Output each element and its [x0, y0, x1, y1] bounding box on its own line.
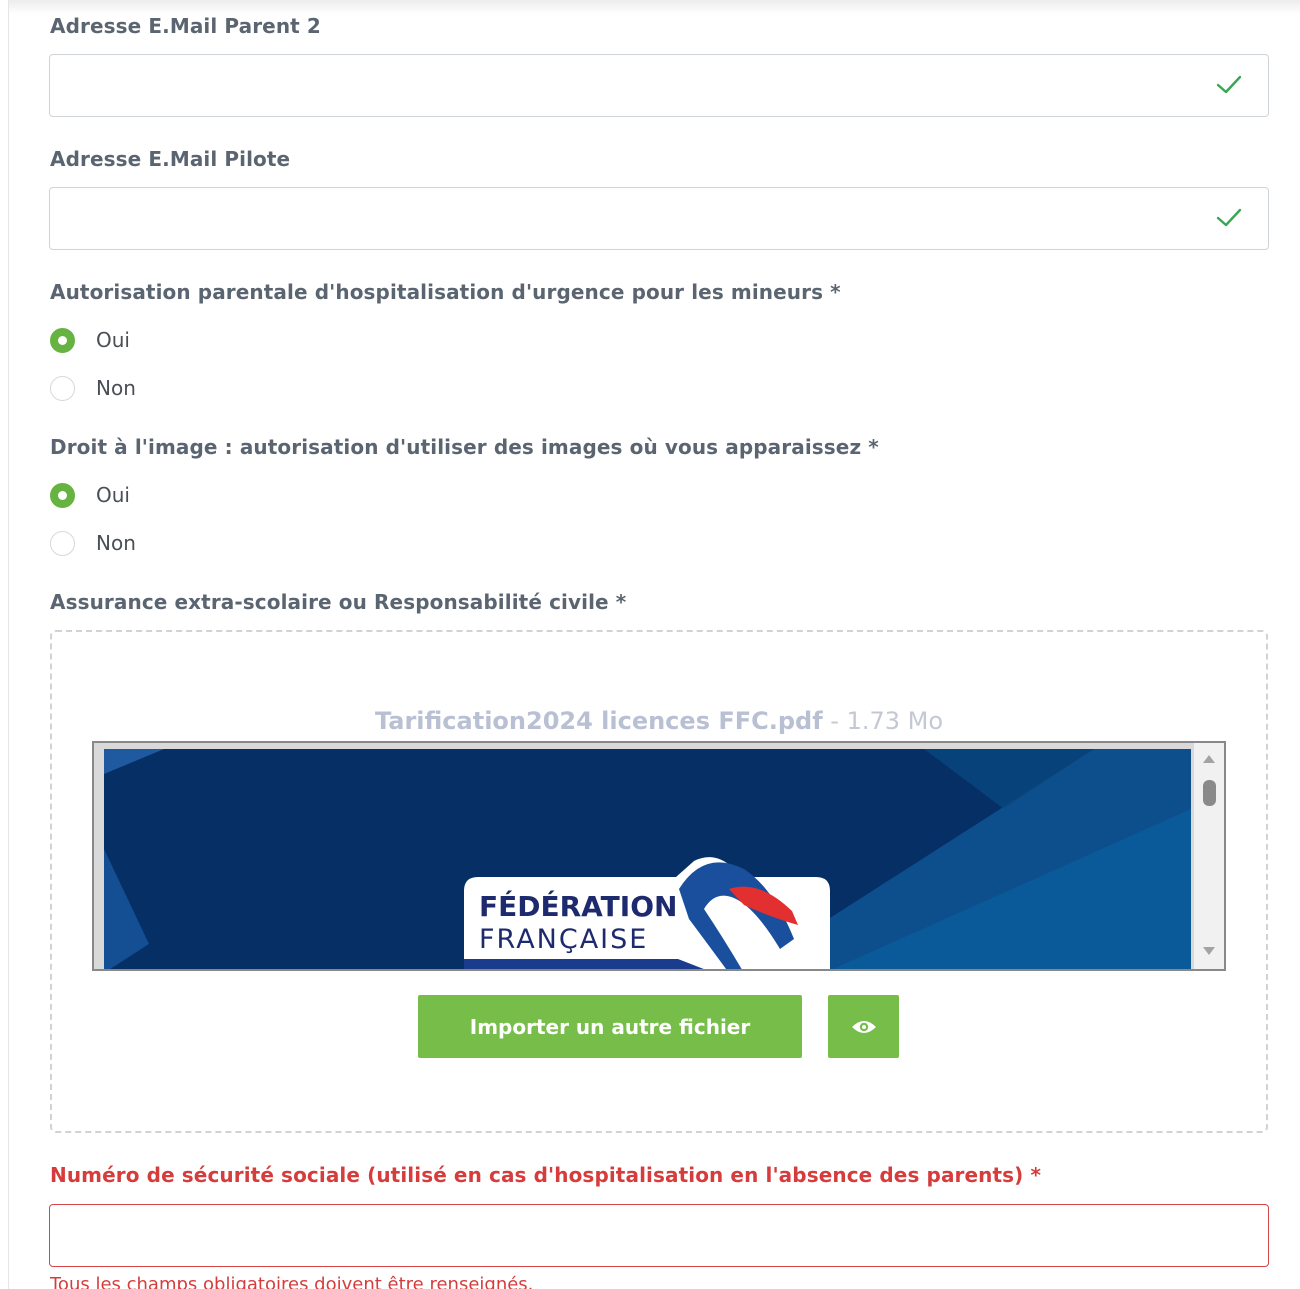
radio-label: Oui: [96, 483, 130, 507]
radio-unchecked[interactable]: [50, 375, 75, 401]
import-file-button[interactable]: Importer un autre fichier: [418, 995, 802, 1058]
radio-label: Non: [96, 376, 136, 400]
preview-scrollbar[interactable]: [1194, 743, 1224, 969]
email-pilote-field[interactable]: [49, 187, 1269, 250]
pdf-preview[interactable]: FÉDÉRATION FRANÇAISE: [92, 741, 1226, 971]
email-parent2-field[interactable]: [49, 54, 1269, 117]
radio-label: Oui: [96, 328, 130, 352]
scroll-down-arrow-icon[interactable]: [1203, 947, 1215, 955]
droit-image-option-non[interactable]: Non: [50, 530, 136, 556]
pdf-preview-page: FÉDÉRATION FRANÇAISE: [104, 749, 1191, 969]
view-file-button[interactable]: [828, 995, 899, 1058]
radio-checked[interactable]: [50, 327, 75, 353]
hospitalisation-label: Autorisation parentale d'hospitalisation…: [50, 280, 841, 304]
file-size-text: - 1.73 Mo: [822, 707, 944, 735]
file-name-text: Tarification2024 licences FFC.pdf: [374, 707, 823, 735]
hospitalisation-option-oui[interactable]: Oui: [50, 327, 130, 353]
email-parent2-input[interactable]: [50, 55, 1180, 116]
radio-unchecked[interactable]: [50, 530, 75, 556]
secu-input[interactable]: [50, 1205, 1180, 1266]
preview-federation-text: FÉDÉRATION: [479, 889, 677, 923]
top-shadow: [9, 0, 1300, 14]
email-pilote-label: Adresse E.Mail Pilote: [50, 147, 291, 171]
check-icon: [1216, 75, 1242, 94]
scroll-up-arrow-icon[interactable]: [1203, 755, 1215, 763]
radio-checked[interactable]: [50, 482, 75, 508]
email-parent2-label: Adresse E.Mail Parent 2: [50, 14, 321, 38]
check-icon: [1216, 208, 1242, 227]
email-pilote-input[interactable]: [50, 188, 1180, 249]
radio-label: Non: [96, 531, 136, 555]
droit-image-option-oui[interactable]: Oui: [50, 482, 130, 508]
eye-icon: [851, 1020, 876, 1033]
secu-label: Numéro de sécurité sociale (utilisé en c…: [50, 1163, 1042, 1187]
uploaded-file-name: Tarification2024 licences FFC.pdf - 1.73…: [0, 707, 1300, 735]
droit-image-label: Droit à l'image : autorisation d'utilise…: [50, 435, 879, 459]
preview-francaise-text: FRANÇAISE: [479, 924, 648, 955]
error-message: Tous les champs obligatoires doivent êtr…: [50, 1274, 534, 1289]
form-left-border: [8, 0, 9, 1289]
assurance-label: Assurance extra-scolaire ou Responsabili…: [50, 590, 627, 614]
scroll-thumb[interactable]: [1203, 780, 1216, 806]
secu-field[interactable]: [49, 1204, 1269, 1267]
hospitalisation-option-non[interactable]: Non: [50, 375, 136, 401]
